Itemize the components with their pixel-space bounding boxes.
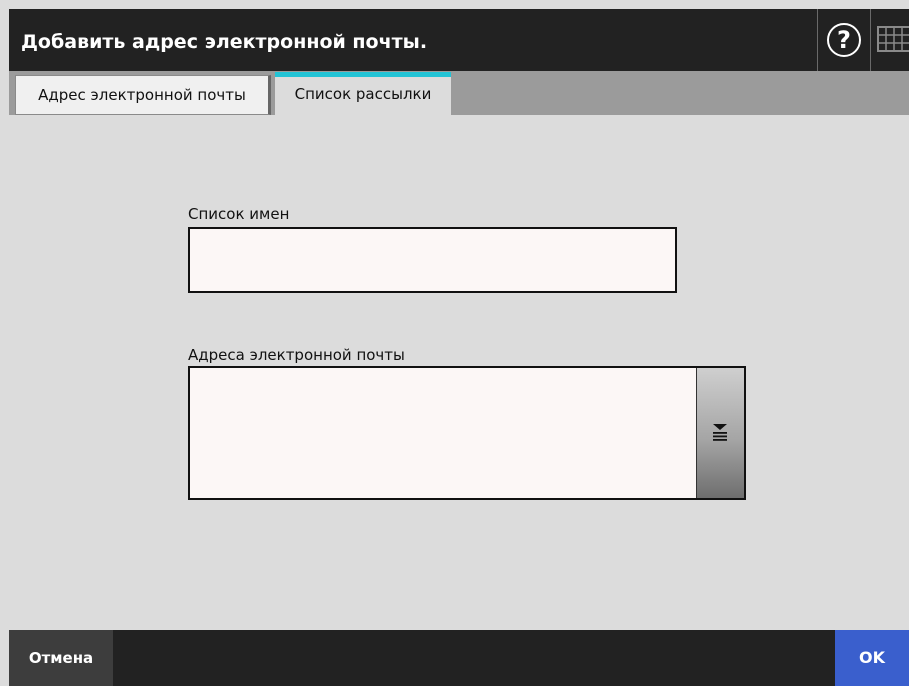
email-addresses-label: Адреса электронной почты (188, 346, 405, 364)
names-list-label: Список имен (188, 205, 290, 223)
cancel-button[interactable]: Отмена (9, 630, 113, 686)
footer-bar: Отмена OK (9, 630, 909, 686)
dialog-window: Добавить адрес электронной почты. ? Адре… (0, 0, 909, 686)
tab-mailing-list[interactable]: Список рассылки (275, 72, 451, 115)
keyboard-button[interactable] (871, 9, 909, 71)
title-bar: Добавить адрес электронной почты. ? (9, 9, 909, 71)
dialog-title: Добавить адрес электронной почты. (21, 31, 428, 53)
help-icon: ? (827, 23, 861, 57)
keyboard-icon (877, 26, 909, 52)
expand-list-button[interactable] (696, 368, 744, 498)
ok-button[interactable]: OK (835, 630, 909, 686)
form-area: Список имен Адреса электронной почты (9, 115, 909, 630)
email-addresses-field[interactable] (188, 366, 746, 500)
help-button[interactable]: ? (817, 9, 871, 71)
tab-email-address[interactable]: Адрес электронной почты (15, 75, 271, 115)
names-list-input[interactable] (188, 227, 677, 293)
expand-list-icon (713, 424, 727, 441)
tab-bar: Адрес электронной почты Список рассылки (9, 71, 909, 115)
